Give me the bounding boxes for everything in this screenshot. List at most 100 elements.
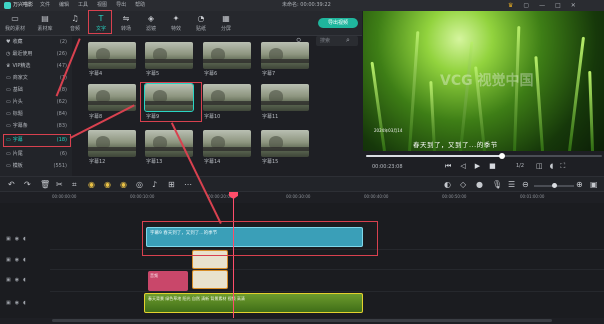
eye-icon[interactable]: ◉ (15, 257, 19, 263)
thumbnail[interactable] (203, 84, 251, 111)
thumbnail[interactable] (88, 130, 136, 157)
sidebar-item-templates[interactable]: ▭ 模板 (551) (2, 161, 70, 172)
lock-icon[interactable]: ▣ (6, 236, 11, 242)
tab-my-media[interactable]: ▭ 我的素材 (2, 11, 28, 36)
eye-icon[interactable]: ◉ (15, 300, 19, 306)
current-timecode: 00:00:23:08 (372, 164, 403, 170)
thumbnail-label: 字幕13 (146, 159, 163, 165)
page-indicator[interactable]: 1/2 (516, 163, 524, 169)
sidebar-item-favorites[interactable]: ♥ 收藏 (2) (2, 37, 70, 48)
sidebar-item-ending[interactable]: ▭ 片尾 (6) (2, 149, 70, 160)
thumbnail[interactable] (203, 42, 251, 69)
volume-icon[interactable]: ◖ (550, 162, 554, 171)
stop-icon[interactable]: ■ (489, 162, 496, 171)
thumbnail-label: 字幕11 (262, 114, 279, 120)
thumbnail[interactable] (261, 84, 309, 111)
search-input[interactable]: 搜索 (316, 36, 358, 46)
menu-edit[interactable]: 编辑 (59, 0, 69, 11)
filter-icon: ◈ (147, 14, 155, 23)
folder-icon: ▭ (6, 87, 11, 93)
sidebar-item-lower-thirds[interactable]: ▭ 字幕条 (83) (2, 121, 70, 132)
folder-icon: ▭ (6, 99, 11, 105)
mic-icon[interactable]: 🎙 (492, 180, 502, 189)
lock-icon[interactable]: ▣ (6, 277, 11, 283)
transition-icon: ⇋ (122, 14, 130, 23)
fullscreen-icon[interactable]: ⛶ (560, 162, 565, 171)
settings-icon[interactable]: ☰ (508, 180, 515, 189)
mute-icon[interactable]: ◖ (23, 300, 26, 306)
play-icon[interactable]: ▶ (475, 162, 480, 171)
timeline-scrollbar[interactable] (52, 319, 552, 322)
image-clip[interactable] (192, 270, 228, 289)
thumbnail[interactable] (203, 130, 251, 157)
timeline-ruler[interactable]: 00:00:00:00 00:00:10:00 00:00:20:00 00:0… (0, 192, 604, 203)
search-icon[interactable]: ⌕ (346, 36, 350, 45)
eye-icon[interactable]: ◉ (15, 277, 19, 283)
color-icon[interactable]: ◉ (104, 180, 111, 189)
tab-sticker[interactable]: ◔ 贴纸 (188, 11, 214, 36)
sidebar-item-opener[interactable]: ▭ 片头 (62) (2, 97, 70, 108)
fit-icon[interactable]: ▣ (590, 180, 598, 189)
eye-icon[interactable]: ◉ (15, 236, 19, 242)
export-button[interactable]: 导出视频 (318, 18, 358, 28)
category-sidebar: ♥收藏(2) ◷最近使用(26) ♛VIP精选(47) ▭商家文(1) ▭基础(… (0, 36, 72, 176)
sidebar-item-recent[interactable]: ◷ 最近使用 (26) (2, 49, 70, 60)
undo-icon[interactable]: ↶ (8, 180, 15, 189)
thumbnail[interactable] (145, 42, 193, 69)
motion-icon[interactable]: ◎ (136, 180, 143, 189)
track-header: ▣ ◉ ◖ (0, 230, 50, 248)
render-icon[interactable]: ◐ (444, 180, 451, 189)
audio-clip[interactable]: 音频 (148, 271, 188, 291)
transport-controls: ⏮ ◁ ▶ ■ (445, 162, 496, 171)
crown-icon[interactable]: ♛ (508, 0, 513, 11)
tab-transition[interactable]: ⇋ 转场 (113, 11, 139, 36)
close-icon[interactable]: ✕ (571, 0, 576, 11)
menu-help[interactable]: 帮助 (135, 0, 145, 11)
thumbnail-label: 字幕5 (146, 71, 160, 77)
speed-icon[interactable]: ◉ (88, 180, 95, 189)
mute-icon[interactable]: ◖ (23, 277, 26, 283)
tab-stock[interactable]: ▤ 素材库 (32, 11, 58, 36)
menu-export[interactable]: 导出 (116, 0, 126, 11)
video-clip[interactable]: 春天背景 绿色草地 阳光 自然 清新 背景素材 视频 高清 (144, 293, 363, 313)
lock-icon[interactable]: ▣ (6, 300, 11, 306)
redo-icon[interactable]: ↷ (24, 180, 31, 189)
sidebar-item-titles[interactable]: ▭ 标题 (84) (2, 109, 70, 120)
progress-knob[interactable] (499, 153, 505, 159)
zoom-knob[interactable] (552, 183, 557, 188)
marker-icon[interactable]: ◇ (460, 180, 466, 189)
tab-audio[interactable]: ♫ 音频 (62, 11, 88, 36)
preview-watermark: VCG 视觉中国 (440, 73, 534, 89)
thumbnail[interactable] (88, 42, 136, 69)
step-back-icon[interactable]: ◁ (460, 162, 465, 171)
mute-icon[interactable]: ◖ (23, 236, 26, 242)
cut-icon[interactable]: ✂ (56, 180, 63, 189)
window-controls: ♛ ▢ — □ ✕ (508, 0, 576, 11)
mute-icon[interactable]: ◖ (23, 257, 26, 263)
track-header: ▣ ◉ ◖ (0, 294, 50, 312)
snapshot-icon[interactable]: ◫ (536, 162, 543, 171)
zoom-in-icon[interactable]: ⊕ (576, 180, 583, 189)
delete-icon[interactable]: 🗑 (40, 180, 50, 189)
tab-filter[interactable]: ◈ 滤镜 (138, 11, 164, 36)
mask-icon[interactable]: ◉ (120, 180, 127, 189)
sidebar-item-business[interactable]: ▭商家文(1) (2, 73, 70, 84)
notification-icon[interactable]: ▢ (523, 0, 529, 11)
thumbnail[interactable] (261, 130, 309, 157)
audio-icon[interactable]: ♪ (152, 180, 157, 189)
tab-effects[interactable]: ✦ 特效 (163, 11, 189, 36)
more-icon[interactable]: ⋯ (184, 180, 192, 189)
zoom-out-icon[interactable]: ⊖ (522, 180, 529, 189)
tab-split[interactable]: ▦ 分屏 (213, 11, 239, 36)
maximize-icon[interactable]: □ (555, 0, 561, 11)
prev-frame-icon[interactable]: ⏮ (445, 162, 451, 171)
split-screen-icon[interactable]: ⊞ (168, 180, 175, 189)
thumbnail[interactable] (261, 42, 309, 69)
minimize-icon[interactable]: — (539, 0, 545, 11)
sidebar-item-vip[interactable]: ♛ VIP精选 (47) (2, 61, 70, 72)
crop-icon[interactable]: ⌗ (72, 180, 77, 190)
menu-file[interactable]: 文件 (40, 0, 50, 11)
lock-icon[interactable]: ▣ (6, 257, 11, 263)
menu-tools[interactable]: 工具 (78, 0, 88, 11)
record-icon[interactable]: ● (476, 180, 483, 189)
